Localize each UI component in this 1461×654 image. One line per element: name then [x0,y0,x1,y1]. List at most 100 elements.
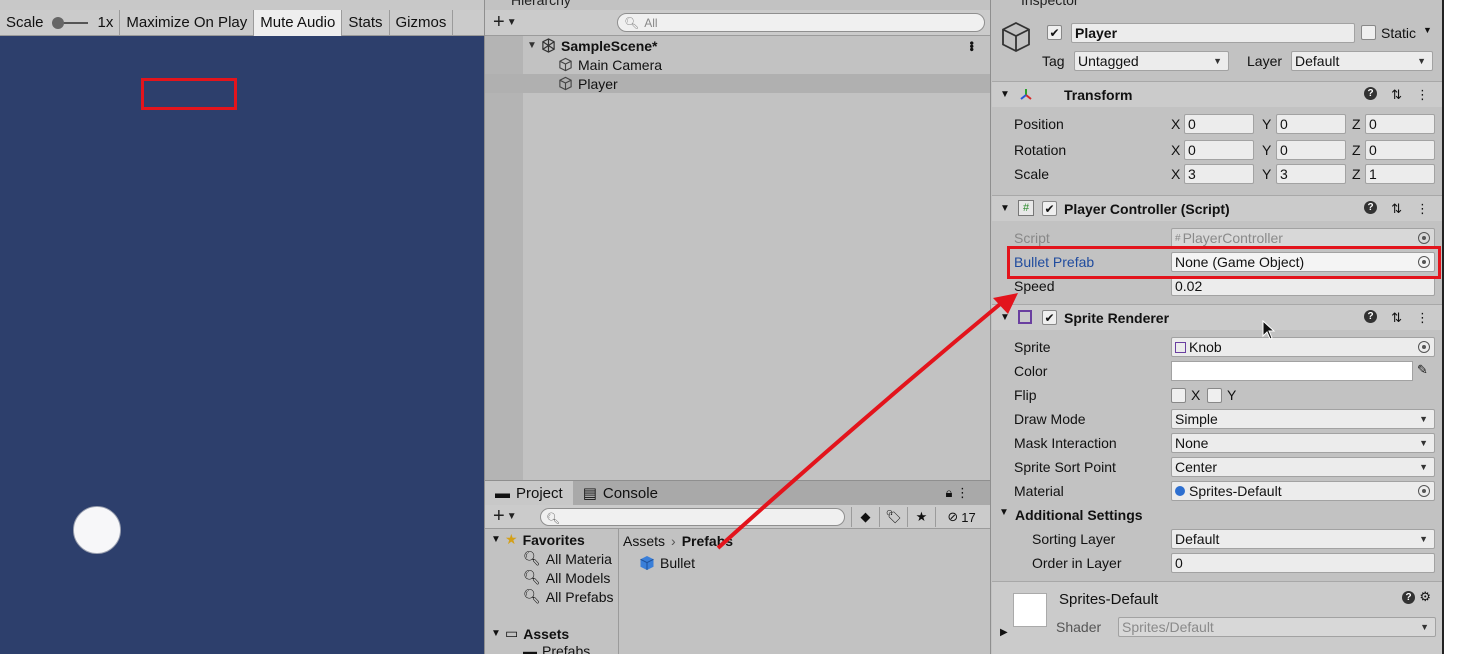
fold-triangle-icon[interactable]: ▼ [491,534,505,545]
position-y-input[interactable]: 0 [1276,114,1346,134]
scale-x-input[interactable]: 3 [1184,164,1254,184]
game-viewport[interactable] [0,36,484,654]
tab-project-label: Project [516,484,563,502]
fold-triangle-icon[interactable]: ▼ [999,507,1009,518]
object-name-input[interactable]: Player [1071,23,1355,43]
gizmos-toggle[interactable]: Gizmos [390,9,454,36]
layer-dropdown[interactable]: Default [1291,51,1433,71]
create-asset-button[interactable]: + ▼ [493,505,517,528]
tab-project[interactable]: ▬ Project [485,481,573,505]
hierarchy-item-main-camera[interactable]: Main Camera [485,55,991,74]
rotation-x-input[interactable]: 0 [1184,140,1254,160]
sprite-field[interactable]: Knob [1171,337,1435,357]
tag-dropdown[interactable]: Untagged [1074,51,1229,71]
draw-mode-dropdown[interactable]: Simple [1171,409,1435,429]
scale-z-input[interactable]: 1 [1365,164,1435,184]
position-x-input[interactable]: 0 [1184,114,1254,134]
hierarchy-item-scene[interactable]: ▼ SampleScene* ••• [485,36,991,55]
preset-sliders-icon[interactable]: ⇅ [1391,310,1402,326]
window-edge [1442,0,1461,654]
layer-label: Layer [1247,53,1283,69]
component-enabled-checkbox[interactable]: ✔ [1042,310,1057,325]
transform-header[interactable]: ▼ Transform ? ⇅ ⋮ [992,81,1443,107]
create-button[interactable]: + ▼ [493,11,517,34]
object-picker-icon[interactable] [1418,485,1430,497]
hierarchy-item-player[interactable]: Player [485,74,991,93]
tree-favorites[interactable]: ▼ ★ Favorites [491,530,585,549]
player-controller-header[interactable]: ▼ # ✔ Player Controller (Script) ? ⇅ ⋮ [992,195,1443,221]
preset-sliders-icon[interactable]: ⇅ [1391,87,1402,103]
position-z-input[interactable]: 0 [1365,114,1435,134]
scale-control[interactable]: Scale 1x [0,9,121,36]
player-sprite [73,506,121,554]
kebab-menu-icon[interactable]: ••• [965,41,979,51]
rotation-z-input[interactable]: 0 [1365,140,1435,160]
search-by-type-icon[interactable]: ◆ [851,507,879,527]
sprite-renderer-header[interactable]: ▼ ✔ Sprite Renderer ? ⇅ ⋮ [992,304,1443,330]
fold-triangle-icon[interactable]: ▼ [1000,312,1010,323]
speed-input[interactable]: 0.02 [1171,276,1435,296]
help-icon[interactable]: ? [1364,86,1378,100]
flip-x-checkbox[interactable] [1171,388,1186,403]
breadcrumb-prefabs[interactable]: Prefabs [682,533,733,549]
breadcrumb-assets[interactable]: Assets [623,533,665,549]
active-checkbox[interactable]: ✔ [1047,25,1062,40]
hidden-packages-toggle[interactable]: ⊘ 17 [935,507,987,527]
preset-sliders-icon[interactable]: ⇅ [1391,201,1402,217]
field-value: 0 [1369,116,1377,132]
asset-bullet-prefab[interactable]: Bullet [639,555,695,571]
help-icon[interactable]: ? [1364,200,1378,214]
eyedropper-icon[interactable]: ✎ [1417,362,1428,378]
material-field[interactable]: Sprites-Default [1171,481,1435,501]
flip-y-checkbox[interactable] [1207,388,1222,403]
sprite-sort-point-dropdown[interactable]: Center [1171,457,1435,477]
chevron-down-icon[interactable]: ▼ [1423,25,1432,35]
mask-value: None [1175,435,1209,451]
fold-triangle-icon[interactable]: ▼ [1000,89,1010,100]
fold-triangle-right-icon[interactable]: ▶ [1000,627,1008,638]
maximize-on-play-toggle[interactable]: Maximize On Play [120,9,255,36]
gear-icon[interactable]: ⚙ [1419,589,1431,605]
mute-audio-toggle[interactable]: Mute Audio [254,9,343,36]
game-toolbar: Scale 1x Maximize On Play Mute Audio Sta… [0,9,484,36]
inspector-tab[interactable]: Inspector [1021,0,1079,8]
kebab-menu-icon[interactable]: ⋮ [1416,310,1429,326]
hierarchy-search-input[interactable]: 🔍︎ All [617,13,985,32]
tree-all-models[interactable]: 🔍︎ All Models [523,568,610,587]
shader-dropdown[interactable]: Sprites/Default [1118,617,1436,637]
order-in-layer-input[interactable]: 0 [1171,553,1435,573]
object-picker-icon[interactable] [1418,341,1430,353]
favorite-star-icon[interactable]: ★ [907,507,935,527]
hierarchy-tab[interactable]: Hierarchy [511,0,571,8]
kebab-menu-icon[interactable]: ⋮ [1416,87,1429,103]
tree-all-prefabs[interactable]: 🔍︎ All Prefabs [523,587,613,606]
help-icon[interactable]: ? [1402,591,1415,604]
stats-toggle[interactable]: Stats [342,9,390,36]
component-enabled-checkbox[interactable]: ✔ [1042,201,1057,216]
project-toolbar: + ▼ 🔍︎ ◆ 🏷︎ ★ ⊘ 17 [485,505,991,529]
fold-triangle-icon[interactable]: ▼ [1000,203,1010,214]
sorting-layer-dropdown[interactable]: Default [1171,529,1435,549]
slider-knob-icon[interactable] [51,16,64,29]
lock-icon[interactable]: 🔒︎ ⋮ [945,485,969,501]
tree-prefabs[interactable]: ▬ Prefabs [523,641,590,654]
additional-settings-label[interactable]: Additional Settings [1015,507,1143,523]
mask-interaction-dropdown[interactable]: None [1171,433,1435,453]
tree-all-materials[interactable]: 🔍︎ All Materia [523,549,612,568]
material-label: Material [1014,483,1064,499]
search-by-label-icon[interactable]: 🏷︎ [879,507,907,527]
kebab-menu-icon[interactable]: ⋮ [1416,201,1429,217]
fold-triangle-icon[interactable]: ▼ [527,40,541,51]
material-value: Sprites-Default [1189,483,1282,499]
static-checkbox[interactable] [1361,25,1376,40]
fold-triangle-icon[interactable]: ▼ [491,628,505,639]
color-swatch[interactable] [1171,361,1413,381]
axis-z-label: Z [1352,166,1361,182]
scale-y-input[interactable]: 3 [1276,164,1346,184]
scale-slider[interactable] [51,16,90,29]
rotation-y-input[interactable]: 0 [1276,140,1346,160]
folder-open-icon: ▭ [505,625,519,641]
help-icon[interactable]: ? [1364,309,1378,323]
project-search-input[interactable]: 🔍︎ [540,508,845,526]
tab-console[interactable]: ▤ Console [573,481,668,505]
